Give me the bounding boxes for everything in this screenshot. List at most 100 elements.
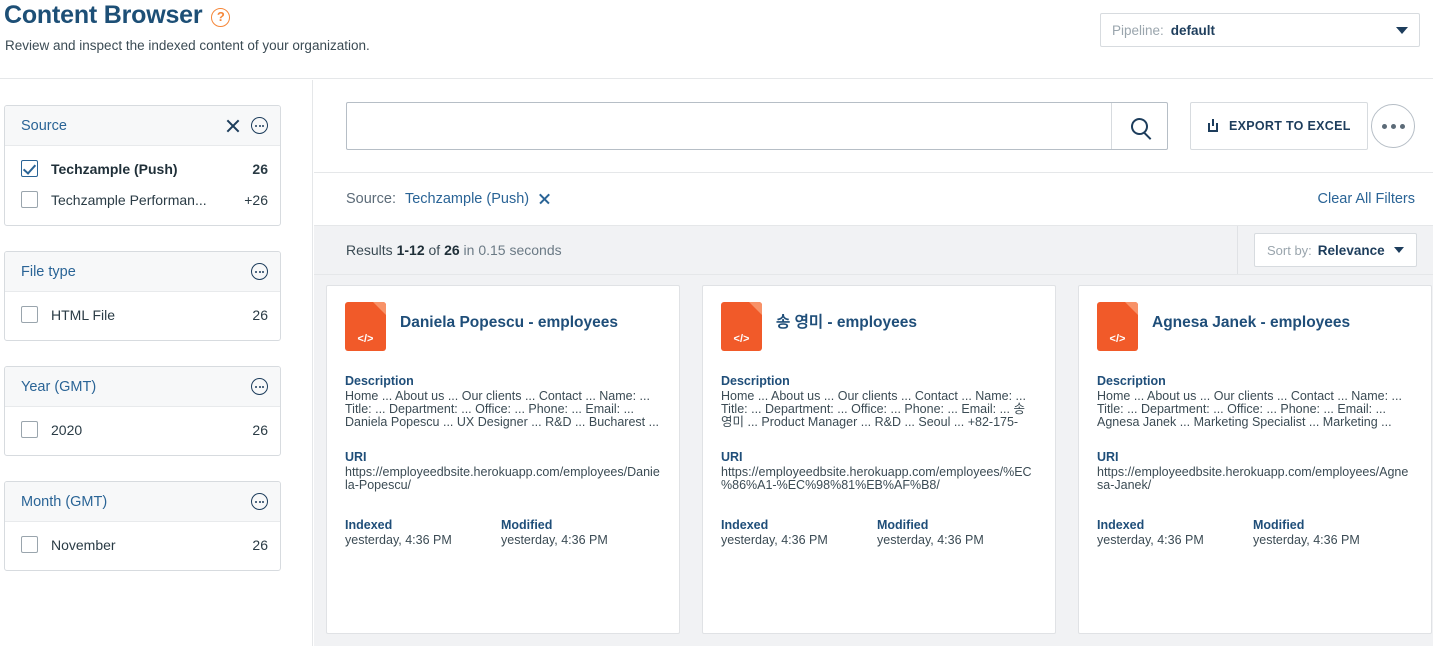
page-title: Content Browser — [4, 1, 203, 29]
results-range: 1-12 — [396, 242, 425, 258]
search-button[interactable] — [1111, 103, 1167, 149]
pipeline-label: Pipeline: — [1112, 22, 1164, 38]
facet-title: Source — [21, 117, 67, 134]
facet-settings-icon[interactable] — [251, 493, 268, 510]
indexed-value: yesterday, 4:36 PM — [721, 533, 828, 547]
results-timing: in 0.15 seconds — [463, 242, 562, 258]
results-grid: </> Daniela Popescu - employees Descript… — [314, 275, 1433, 646]
indexed-value: yesterday, 4:36 PM — [1097, 533, 1204, 547]
facet-checkbox[interactable] — [21, 160, 38, 177]
facet-header: File type — [5, 252, 280, 292]
result-card[interactable]: </> Agnesa Janek - employees Description… — [1078, 285, 1432, 634]
uri-label: URI — [1097, 450, 1119, 464]
filter-source-label: Source: — [346, 191, 396, 207]
export-to-excel-button[interactable]: EXPORT TO EXCEL — [1190, 102, 1368, 150]
pipeline-dropdown[interactable]: Pipeline: default — [1100, 13, 1420, 47]
filter-source-value[interactable]: Techzample (Push) — [405, 191, 529, 207]
clear-facet-icon[interactable] — [225, 118, 241, 134]
facet-year: Year (GMT) 2020 26 — [4, 366, 281, 456]
chevron-down-icon — [1394, 247, 1404, 253]
modified-field: Modified yesterday, 4:36 PM — [501, 518, 657, 547]
more-options-button[interactable] — [1371, 104, 1415, 148]
facet-item-count: +26 — [244, 191, 268, 208]
facet-header: Year (GMT) — [5, 367, 280, 407]
description-label: Description — [721, 374, 790, 388]
html-file-icon: </> — [1097, 302, 1138, 351]
results-prefix: Results — [346, 242, 393, 258]
facet-item-label: Techzample Performan... — [51, 191, 207, 208]
result-title[interactable]: Agnesa Janek - employees — [1152, 313, 1350, 332]
facet-body: November 26 — [5, 522, 280, 570]
facet-header: Source — [5, 106, 280, 146]
facet-item-count: 26 — [252, 536, 268, 553]
uri-text: https://employeedbsite.herokuapp.com/emp… — [1097, 465, 1409, 493]
facet-title: Month (GMT) — [21, 493, 108, 510]
facet-settings-icon[interactable] — [251, 263, 268, 280]
facet-checkbox[interactable] — [21, 536, 38, 553]
facet-sidebar: Source Techzample (Push) 26 Techzample P… — [0, 80, 313, 646]
facet-checkbox[interactable] — [21, 191, 38, 208]
clear-all-filters-link[interactable]: Clear All Filters — [1318, 191, 1416, 207]
facet-checkbox[interactable] — [21, 306, 38, 323]
search-box[interactable] — [346, 102, 1168, 150]
main-panel: EXPORT TO EXCEL Source: Techzample (Push… — [314, 80, 1433, 646]
uri-field: URI https://employeedbsite.herokuapp.com… — [345, 450, 661, 506]
result-title[interactable]: Daniela Popescu - employees — [400, 313, 618, 332]
card-header: </> Agnesa Janek - employees — [1097, 302, 1413, 368]
modified-value: yesterday, 4:36 PM — [501, 533, 608, 547]
question-circle-icon[interactable]: ? — [211, 8, 231, 27]
facet-item[interactable]: HTML File 26 — [21, 299, 268, 330]
indexed-label: Indexed — [721, 518, 769, 532]
facet-settings-icon[interactable] — [251, 117, 268, 134]
uri-label: URI — [345, 450, 367, 464]
sort-by-dropdown[interactable]: Sort by: Relevance — [1254, 233, 1417, 267]
facet-item-label: HTML File — [51, 306, 116, 323]
facet-actions — [251, 493, 268, 510]
facet-title: Year (GMT) — [21, 378, 97, 395]
result-title[interactable]: 송 영미 - employees — [776, 313, 917, 332]
search-toolbar: EXPORT TO EXCEL — [314, 80, 1433, 172]
indexed-field: Indexed yesterday, 4:36 PM — [345, 518, 501, 547]
uri-text: https://employeedbsite.herokuapp.com/emp… — [345, 465, 660, 493]
facet-body: HTML File 26 — [5, 292, 280, 340]
facet-item[interactable]: 2020 26 — [21, 414, 268, 445]
facet-actions — [251, 263, 268, 280]
indexed-field: Indexed yesterday, 4:36 PM — [721, 518, 877, 547]
facet-settings-icon[interactable] — [251, 378, 268, 395]
result-card[interactable]: </> 송 영미 - employees Description Home ..… — [702, 285, 1056, 634]
sort-by-label: Sort by: — [1267, 242, 1312, 258]
result-card[interactable]: </> Daniela Popescu - employees Descript… — [326, 285, 680, 634]
facet-item-count: 26 — [252, 421, 268, 438]
description-text: Home ... About us ... Our clients ... Co… — [345, 389, 660, 430]
remove-filter-icon[interactable] — [538, 193, 551, 206]
uri-text: https://employeedbsite.herokuapp.com/emp… — [721, 465, 1032, 493]
dates-row: Indexed yesterday, 4:36 PM Modified yest… — [721, 518, 1037, 547]
html-file-icon: </> — [345, 302, 386, 351]
page-header: Content Browser ? Review and inspect the… — [0, 0, 1433, 79]
facet-item[interactable]: Techzample (Push) 26 — [21, 153, 268, 184]
export-button-label: EXPORT TO EXCEL — [1229, 119, 1351, 133]
pipeline-value: default — [1170, 22, 1216, 38]
sort-wrap: Sort by: Relevance — [1238, 226, 1433, 274]
uri-field: URI https://employeedbsite.herokuapp.com… — [1097, 450, 1413, 506]
search-input[interactable] — [347, 103, 1111, 149]
uri-field: URI https://employeedbsite.herokuapp.com… — [721, 450, 1037, 506]
facet-actions — [251, 378, 268, 395]
facet-body: Techzample (Push) 26 Techzample Performa… — [5, 146, 280, 225]
facet-item-count: 26 — [252, 160, 268, 177]
facet-source: Source Techzample (Push) 26 Techzample P… — [4, 105, 281, 226]
description-text: Home ... About us ... Our clients ... Co… — [721, 389, 1026, 430]
facet-item-count: 26 — [252, 306, 268, 323]
facet-item[interactable]: November 26 — [21, 529, 268, 560]
card-header: </> Daniela Popescu - employees — [345, 302, 661, 368]
results-count: Results 1-12 of 26 in 0.15 seconds — [314, 226, 1238, 274]
facet-checkbox[interactable] — [21, 421, 38, 438]
facet-actions — [225, 117, 268, 134]
indexed-label: Indexed — [345, 518, 393, 532]
description-label: Description — [345, 374, 414, 388]
facet-item[interactable]: Techzample Performan... +26 — [21, 184, 268, 215]
page-subtitle: Review and inspect the indexed content o… — [5, 38, 370, 53]
facet-file-type: File type HTML File 26 — [4, 251, 281, 341]
chevron-down-icon — [1396, 26, 1408, 34]
facet-item-label: Techzample (Push) — [51, 160, 178, 177]
